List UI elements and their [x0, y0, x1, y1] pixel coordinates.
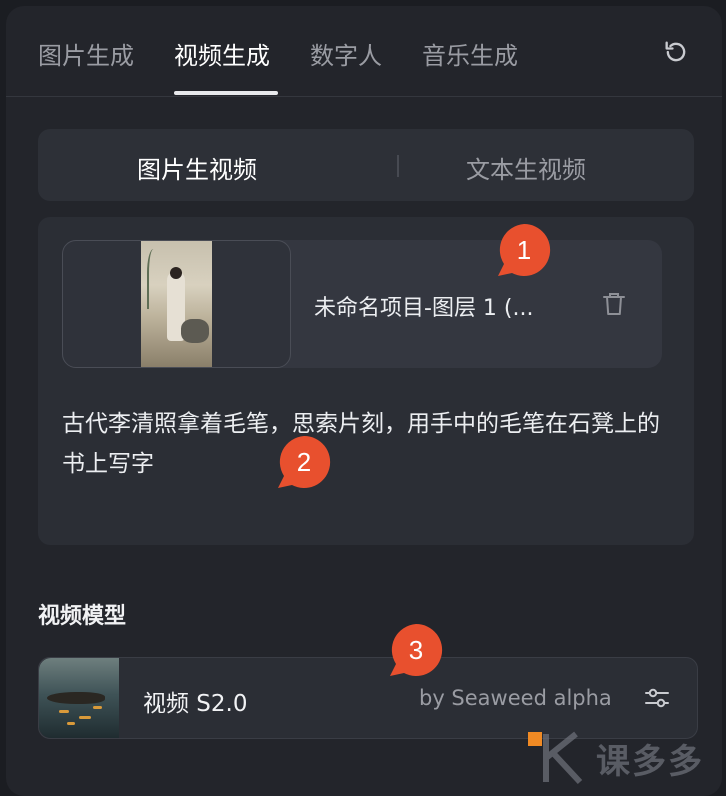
- annotation-marker-2: 2: [276, 434, 332, 490]
- tab-digital-human[interactable]: 数字人: [310, 36, 382, 71]
- mode-switch: 图片生视频 文本生视频: [38, 129, 694, 201]
- top-tabs: 图片生成 视频生成 数字人 音乐生成: [6, 6, 722, 97]
- model-thumbnail: [39, 658, 119, 738]
- uploaded-image-thumbnail: [141, 241, 212, 367]
- model-provider: by Seaweed alpha: [419, 686, 612, 710]
- model-name: 视频 S2.0: [143, 691, 248, 717]
- trash-icon[interactable]: [602, 291, 626, 317]
- uploaded-image-row[interactable]: 未命名项目-图层 1 (...: [62, 240, 662, 368]
- tab-music-generation[interactable]: 音乐生成: [422, 36, 518, 71]
- video-model-title: 视频模型: [38, 604, 127, 629]
- image-to-video-option[interactable]: 图片生视频: [137, 150, 257, 185]
- refresh-icon[interactable]: [662, 38, 690, 66]
- generation-panel: 图片生成 视频生成 数字人 音乐生成 图片生视频 文本生视频 未命名项目-图层 …: [6, 6, 722, 796]
- model-selector[interactable]: 视频 S2.0 by Seaweed alpha: [38, 657, 698, 739]
- watermark-logo-icon: [528, 731, 583, 785]
- annotation-marker-1: 1: [496, 222, 552, 278]
- annotation-marker-3: 3: [388, 622, 444, 678]
- input-card: 未命名项目-图层 1 (... 古代李清照拿着毛笔，思索片刻，用手中的毛笔在石凳…: [38, 217, 694, 545]
- active-tab-indicator: [174, 91, 278, 95]
- tab-image-generation[interactable]: 图片生成: [38, 36, 134, 71]
- file-name: 未命名项目-图层 1 (...: [314, 296, 534, 321]
- image-thumbnail-frame[interactable]: [62, 240, 291, 368]
- sliders-icon[interactable]: [643, 684, 671, 712]
- segment-divider: [397, 155, 399, 177]
- tab-video-generation[interactable]: 视频生成: [174, 36, 270, 71]
- text-to-video-option[interactable]: 文本生视频: [466, 150, 586, 185]
- prompt-text[interactable]: 古代李清照拿着毛笔，思索片刻，用手中的毛笔在石凳上的书上写字: [62, 404, 672, 484]
- watermark: 课多多: [526, 728, 726, 786]
